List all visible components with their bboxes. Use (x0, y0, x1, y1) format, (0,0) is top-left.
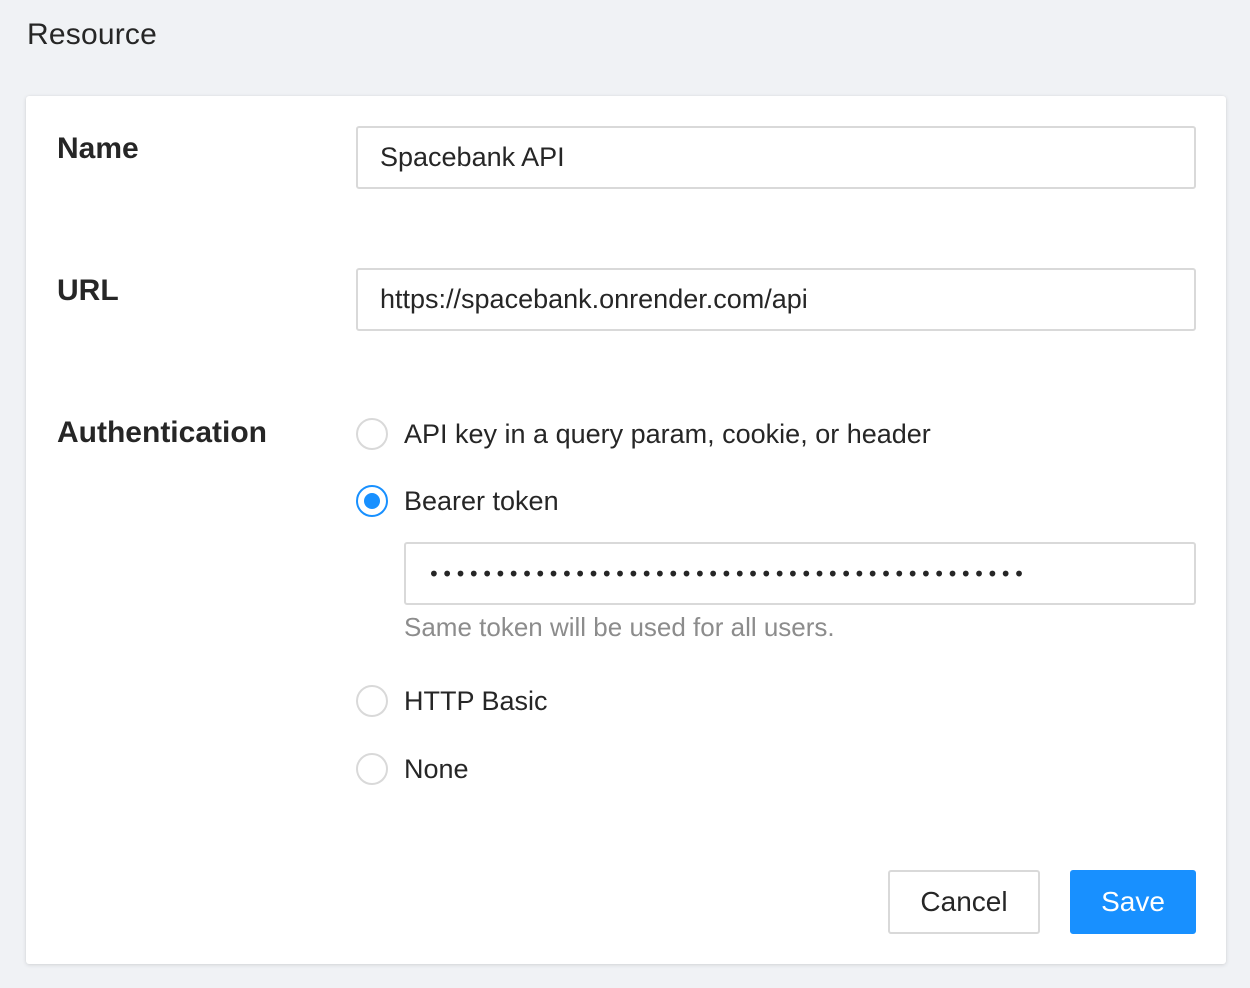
bearer-token-help-text: Same token will be used for all users. (404, 612, 835, 642)
auth-option-none[interactable]: None (356, 751, 469, 787)
cancel-button[interactable]: Cancel (888, 870, 1040, 934)
auth-option-label: API key in a query param, cookie, or hea… (404, 418, 931, 449)
radio-button[interactable] (356, 753, 388, 785)
url-input[interactable] (356, 268, 1196, 331)
url-label: URL (57, 274, 119, 307)
auth-option-label: Bearer token (404, 485, 559, 516)
radio-button-checked[interactable] (356, 485, 388, 517)
radio-button[interactable] (356, 418, 388, 450)
radio-button[interactable] (356, 685, 388, 717)
page-title: Resource (27, 18, 157, 51)
save-button[interactable]: Save (1070, 870, 1196, 934)
name-input[interactable] (356, 126, 1196, 189)
auth-option-api-key[interactable]: API key in a query param, cookie, or hea… (356, 416, 931, 452)
name-label: Name (57, 132, 139, 165)
auth-option-label: None (404, 753, 469, 784)
authentication-label: Authentication (57, 416, 267, 449)
auth-option-http-basic[interactable]: HTTP Basic (356, 683, 548, 719)
resource-form-card: Name URL Authentication API key in a que… (26, 96, 1226, 964)
auth-option-label: HTTP Basic (404, 685, 548, 716)
auth-option-bearer-token[interactable]: Bearer token (356, 483, 559, 519)
bearer-token-input[interactable] (404, 542, 1196, 605)
